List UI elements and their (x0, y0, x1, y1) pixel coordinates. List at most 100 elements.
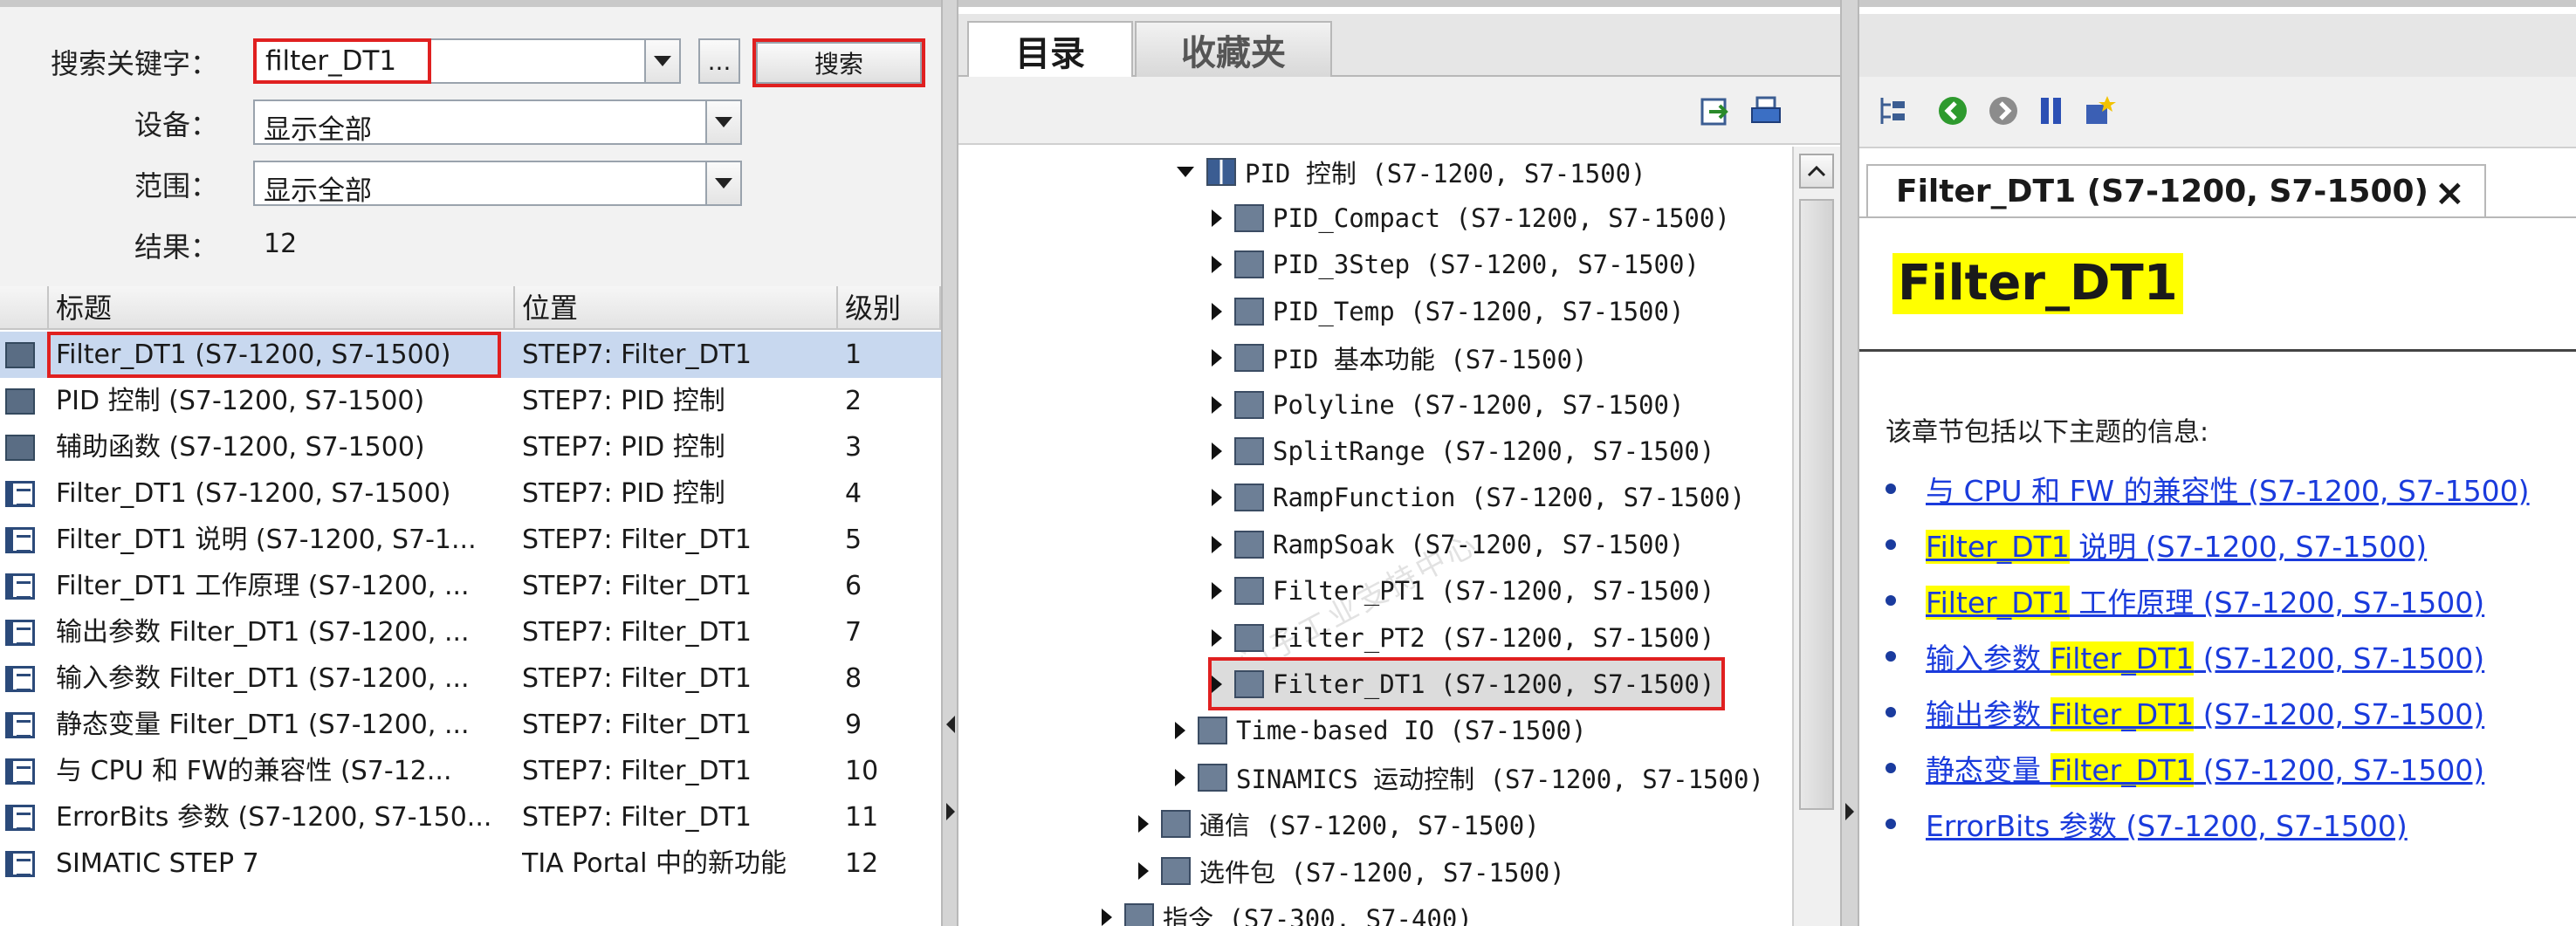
scope-dropdown-button[interactable] (705, 162, 740, 204)
collapsed-arrow-icon[interactable] (1212, 302, 1222, 320)
keyword-combobox[interactable]: filter_DT1 (253, 38, 681, 84)
tree-node[interactable]: SplitRange (S7-1200, S7-1500) (1212, 428, 1714, 474)
right-splitter[interactable] (1840, 0, 1859, 926)
keyword-input[interactable]: filter_DT1 (253, 38, 431, 84)
scroll-up-button[interactable] (1799, 154, 1834, 189)
row-title[interactable]: Filter_DT1 (S7-1200, S7-1500) (56, 470, 510, 517)
tree-node[interactable]: SINAMICS 运动控制 (S7-1200, S7-1500) (1175, 754, 1764, 800)
row-title[interactable]: 与 CPU 和 FW的兼容性 (S7-12... (56, 748, 510, 794)
header-location[interactable]: 位置 (515, 286, 838, 330)
topic-link[interactable]: Filter_DT1 工作原理 (S7-1200, S7-1500) (1926, 580, 2484, 621)
export-icon[interactable] (1699, 94, 1732, 127)
collapsed-arrow-icon[interactable] (1212, 209, 1222, 227)
row-title[interactable]: Filter_DT1 工作原理 (S7-1200, ... (56, 563, 510, 609)
help-document-tab[interactable]: Filter_DT1 (S7-1200, S7-1500) × (1866, 164, 2486, 216)
tree-node[interactable]: Time-based IO (S7-1500) (1175, 708, 1587, 754)
header-title[interactable]: 标题 (49, 286, 515, 330)
collapse-left-icon[interactable] (946, 716, 955, 733)
device-dropdown-button[interactable] (705, 101, 740, 143)
tree-node[interactable]: Filter_PT2 (S7-1200, S7-1500) (1212, 614, 1714, 661)
collapsed-arrow-icon[interactable] (1212, 628, 1222, 647)
table-row[interactable]: 与 CPU 和 FW的兼容性 (S7-12... STEP7: Filter_DT… (0, 748, 941, 794)
bookmark-icon[interactable] (2036, 94, 2069, 127)
tab-catalog[interactable]: 目录 (967, 21, 1133, 79)
row-title[interactable]: SIMATIC STEP 7 (56, 840, 510, 887)
topic-link[interactable]: 与 CPU 和 FW 的兼容性 (S7-1200, S7-1500) (1926, 468, 2530, 510)
table-row[interactable]: SIMATIC STEP 7 TIA Portal 中的新功能 12 (0, 840, 941, 887)
keyword-dropdown-button[interactable] (644, 40, 679, 82)
tree-node[interactable]: PID 基本功能 (S7-1500) (1212, 335, 1587, 381)
expanded-arrow-icon[interactable] (1177, 166, 1194, 177)
scope-select[interactable]: 显示全部 (253, 161, 742, 207)
table-row[interactable]: Filter_DT1 (S7-1200, S7-1500) STEP7: Filt… (0, 332, 941, 378)
topic-link[interactable]: 输入参数 Filter_DT1 (S7-1200, S7-1500) (1926, 635, 2484, 677)
collapsed-arrow-icon[interactable] (1102, 908, 1112, 926)
row-title[interactable]: ErrorBits 参数 (S7-1200, S7-150... (56, 794, 510, 840)
print-icon[interactable] (1749, 94, 1783, 127)
tree-node[interactable]: Filter_DT1 (S7-1200, S7-1500) (1207, 657, 1726, 711)
row-title[interactable]: PID 控制 (S7-1200, S7-1500) (56, 378, 510, 424)
catalog-scrollbar[interactable] (1792, 147, 1840, 926)
collapsed-arrow-icon[interactable] (1212, 442, 1222, 460)
collapsed-arrow-icon[interactable] (1212, 395, 1222, 414)
table-row[interactable]: Filter_DT1 工作原理 (S7-1200, ... STEP7: Filt… (0, 563, 941, 609)
search-button[interactable]: 搜索 (752, 38, 925, 87)
tab-favorites[interactable]: 收藏夹 (1135, 21, 1332, 77)
tree-node[interactable]: 选件包 (S7-1200, S7-1500) (1138, 847, 1565, 894)
bullet-icon (1886, 707, 1896, 717)
tree-node-label: 选件包 (S7-1200, S7-1500) (1199, 857, 1565, 888)
topic-link[interactable]: 静态变量 Filter_DT1 (S7-1200, S7-1500) (1926, 747, 2484, 789)
collapsed-arrow-icon[interactable] (1212, 582, 1222, 600)
collapsed-arrow-icon[interactable] (1212, 349, 1222, 367)
collapsed-arrow-icon[interactable] (1138, 815, 1149, 833)
tree-node[interactable]: PID_3Step (S7-1200, S7-1500) (1212, 242, 1700, 288)
tree-node[interactable]: 通信 (S7-1200, S7-1500) (1138, 801, 1540, 847)
row-title[interactable]: 静态变量 Filter_DT1 (S7-1200, ... (56, 702, 510, 748)
sync-toc-icon[interactable] (1877, 94, 1910, 127)
table-row[interactable]: Filter_DT1 (S7-1200, S7-1500) STEP7: PID … (0, 470, 941, 517)
device-select[interactable]: 显示全部 (253, 99, 742, 146)
table-row[interactable]: PID 控制 (S7-1200, S7-1500) STEP7: PID 控制 2 (0, 378, 941, 424)
tree-node[interactable]: PID_Compact (S7-1200, S7-1500) (1212, 195, 1730, 241)
expand-right-icon[interactable] (946, 803, 955, 820)
table-row[interactable]: 输入参数 Filter_DT1 (S7-1200, ... STEP7: Filt… (0, 655, 941, 702)
collapsed-arrow-icon[interactable] (1212, 675, 1222, 693)
row-title[interactable]: 输出参数 Filter_DT1 (S7-1200, ... (56, 609, 510, 655)
header-level[interactable]: 级别 (838, 286, 941, 330)
scroll-thumb[interactable] (1799, 199, 1834, 810)
tree-node[interactable]: RampSoak (S7-1200, S7-1500) (1212, 521, 1684, 567)
tree-node[interactable]: PID_Temp (S7-1200, S7-1500) (1212, 288, 1684, 334)
tree-node-label: Time-based IO (S7-1500) (1236, 716, 1587, 746)
tree-node[interactable]: Polyline (S7-1200, S7-1500) (1212, 381, 1684, 428)
row-title[interactable]: Filter_DT1 (S7-1200, S7-1500) (47, 332, 501, 378)
left-splitter[interactable] (941, 0, 958, 926)
table-row[interactable]: 输出参数 Filter_DT1 (S7-1200, ... STEP7: Filt… (0, 609, 941, 655)
collapsed-arrow-icon[interactable] (1175, 768, 1185, 786)
topic-link[interactable]: Filter_DT1 说明 (S7-1200, S7-1500) (1926, 524, 2427, 566)
table-row[interactable]: 辅助函数 (S7-1200, S7-1500) STEP7: PID 控制 3 (0, 424, 941, 470)
collapsed-arrow-icon[interactable] (1212, 256, 1222, 274)
tree-node[interactable]: Filter_PT1 (S7-1200, S7-1500) (1212, 568, 1714, 614)
topic-link[interactable]: 输出参数 Filter_DT1 (S7-1200, S7-1500) (1926, 691, 2484, 733)
table-row[interactable]: 静态变量 Filter_DT1 (S7-1200, ... STEP7: Filt… (0, 702, 941, 748)
chevron-down-icon (654, 56, 671, 66)
tree-node[interactable]: RampFunction (S7-1200, S7-1500) (1212, 475, 1745, 521)
forward-icon[interactable] (1987, 94, 2020, 127)
collapsed-arrow-icon[interactable] (1175, 722, 1185, 740)
topic-link[interactable]: ErrorBits 参数 (S7-1200, S7-1500) (1926, 803, 2408, 845)
back-icon[interactable] (1936, 94, 1969, 127)
tree-node[interactable]: PID 控制 (S7-1200, S7-1500) (1177, 148, 1646, 195)
row-title[interactable]: Filter_DT1 说明 (S7-1200, S7-1... (56, 517, 510, 563)
table-row[interactable]: Filter_DT1 说明 (S7-1200, S7-1... STEP7: Fi… (0, 517, 941, 563)
tree-node[interactable]: 指令 (S7-300, S7-400) (1102, 894, 1473, 926)
close-icon[interactable]: × (2435, 171, 2465, 214)
expand-right-icon[interactable] (1845, 803, 1854, 820)
row-title[interactable]: 辅助函数 (S7-1200, S7-1500) (56, 424, 510, 470)
more-options-button[interactable]: ... (698, 38, 740, 84)
collapsed-arrow-icon[interactable] (1138, 861, 1149, 880)
collapsed-arrow-icon[interactable] (1212, 489, 1222, 507)
row-title[interactable]: 输入参数 Filter_DT1 (S7-1200, ... (56, 655, 510, 702)
add-favorite-icon[interactable] (2083, 94, 2116, 127)
table-row[interactable]: ErrorBits 参数 (S7-1200, S7-150... STEP7: F… (0, 794, 941, 840)
collapsed-arrow-icon[interactable] (1212, 535, 1222, 553)
